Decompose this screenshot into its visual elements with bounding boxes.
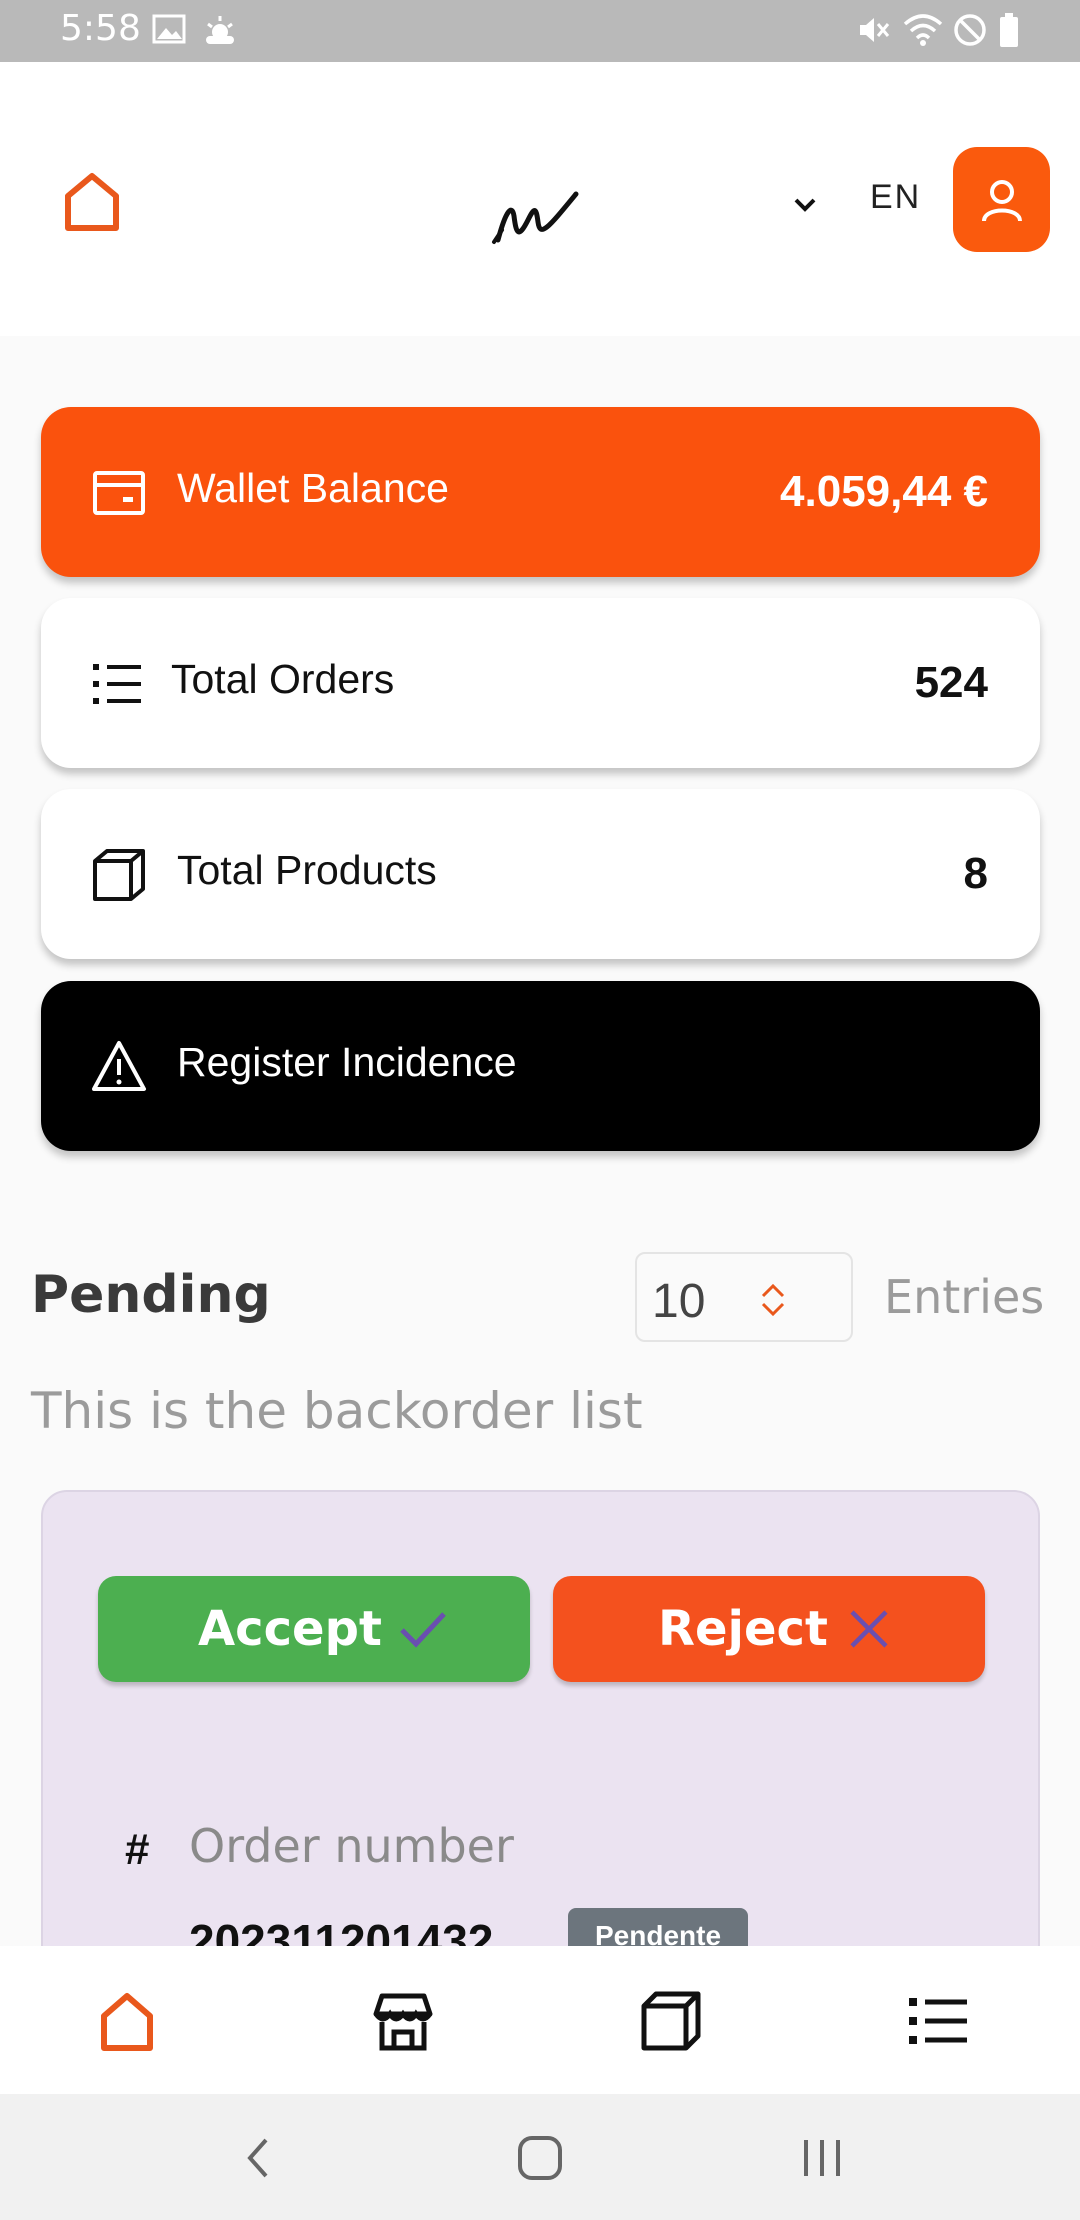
app-header: EN — [0, 62, 1080, 336]
check-icon — [400, 1612, 446, 1648]
system-navigation-bar — [0, 2094, 1080, 2220]
battery-icon — [1000, 13, 1018, 47]
home-button-icon[interactable] — [516, 2134, 564, 2182]
total-products-value: 8 — [963, 849, 988, 898]
entries-select[interactable]: 10 — [635, 1252, 853, 1342]
home-icon[interactable] — [92, 1986, 162, 2056]
brand-logo[interactable] — [488, 170, 588, 250]
home-icon[interactable] — [60, 170, 124, 234]
chevron-down-icon[interactable] — [790, 190, 820, 220]
box-icon — [93, 849, 145, 901]
accept-button[interactable]: Accept — [98, 1576, 530, 1682]
language-selector[interactable]: EN — [870, 178, 921, 217]
block-icon — [954, 14, 986, 46]
wallet-balance-value: 4.059,44 € — [780, 467, 988, 516]
status-bar: 5:58 — [0, 0, 1080, 62]
user-icon — [982, 180, 1022, 222]
register-incidence-label: Register Incidence — [177, 1039, 517, 1085]
total-orders-label: Total Orders — [171, 656, 395, 702]
accept-label: Accept — [198, 1601, 382, 1657]
recents-icon[interactable] — [800, 2134, 844, 2182]
profile-button[interactable] — [953, 147, 1050, 252]
mute-icon — [860, 18, 890, 42]
pending-subtitle: This is the backorder list — [31, 1382, 643, 1440]
list-icon — [93, 664, 141, 704]
wallet-icon — [93, 471, 145, 515]
register-incidence-card[interactable]: Register Incidence — [41, 981, 1040, 1151]
bottom-nav — [0, 1946, 1080, 2094]
close-icon — [850, 1610, 888, 1648]
entries-label: Entries — [884, 1270, 1045, 1324]
entries-value: 10 — [652, 1275, 706, 1328]
weather-icon — [206, 16, 234, 44]
pending-title: Pending — [31, 1265, 271, 1325]
hash-icon: # — [125, 1825, 150, 1874]
status-time: 5:58 — [60, 8, 141, 49]
wallet-balance-card[interactable]: Wallet Balance 4.059,44 € — [41, 407, 1040, 577]
box-icon[interactable] — [636, 1986, 706, 2056]
total-products-label: Total Products — [177, 847, 437, 893]
store-icon[interactable] — [368, 1986, 438, 2056]
sort-icon — [761, 1283, 785, 1317]
wallet-balance-label: Wallet Balance — [177, 465, 449, 511]
warning-icon — [92, 1041, 146, 1091]
reject-label: Reject — [658, 1601, 828, 1657]
order-number-label: Order number — [189, 1819, 514, 1873]
list-icon[interactable] — [903, 1986, 973, 2056]
total-orders-value: 524 — [914, 658, 988, 707]
reject-button[interactable]: Reject — [553, 1576, 985, 1682]
image-icon — [152, 14, 186, 44]
total-products-card[interactable]: Total Products 8 — [41, 789, 1040, 959]
wifi-icon — [903, 14, 943, 46]
back-icon[interactable] — [240, 2134, 276, 2182]
total-orders-card[interactable]: Total Orders 524 — [41, 598, 1040, 768]
